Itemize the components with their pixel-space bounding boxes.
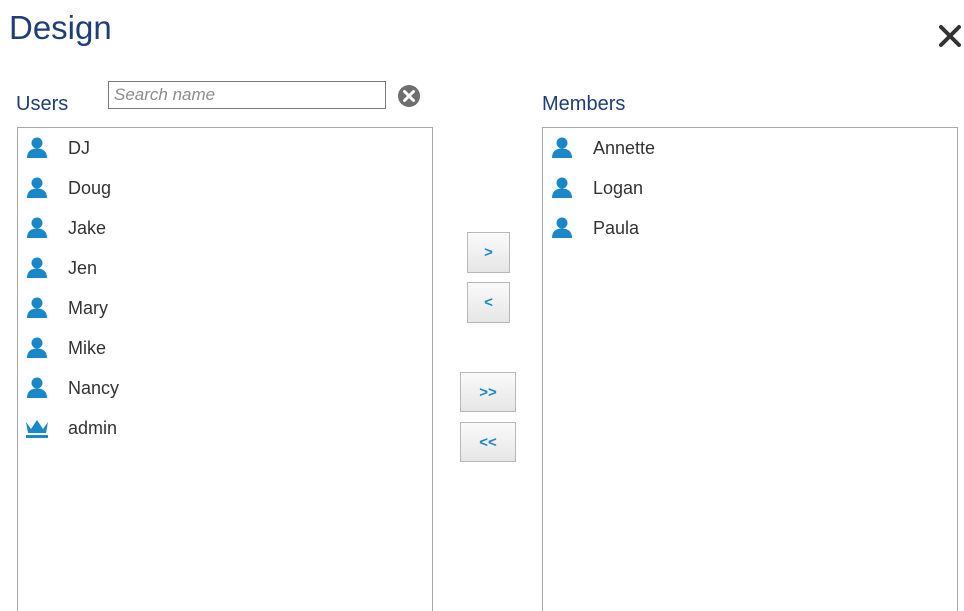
list-item[interactable]: DJ [18, 128, 432, 168]
list-item[interactable]: Logan [543, 168, 957, 208]
list-item[interactable]: Paula [543, 208, 957, 248]
list-item[interactable]: Mike [18, 328, 432, 368]
close-button[interactable] [936, 20, 964, 48]
user-icon [549, 177, 575, 199]
user-icon [549, 217, 575, 239]
list-item-label: Jen [68, 257, 98, 278]
list-item-label: Mike [68, 337, 107, 358]
list-item-label: Annette [593, 137, 656, 158]
list-item-label: Paula [593, 217, 640, 238]
add-all-button[interactable]: >> [460, 372, 516, 412]
design-dialog: Design Users Members DJ Doug Jake Jen Mary Mi… [0, 0, 964, 611]
clear-circle-icon [398, 85, 420, 107]
list-item[interactable]: Jake [18, 208, 432, 248]
user-icon [24, 337, 50, 359]
list-item[interactable]: Doug [18, 168, 432, 208]
list-item-label: Doug [68, 177, 112, 198]
user-icon [24, 137, 50, 159]
user-icon [24, 297, 50, 319]
crown-icon [24, 417, 50, 439]
user-icon [24, 257, 50, 279]
list-item[interactable]: admin [18, 408, 432, 448]
user-icon [24, 177, 50, 199]
list-item-label: Logan [593, 177, 644, 198]
members-listbox[interactable]: Annette Logan Paula [542, 127, 958, 611]
list-item[interactable]: Nancy [18, 368, 432, 408]
list-item-label: Nancy [68, 377, 120, 398]
list-item-label: DJ [68, 137, 90, 158]
list-item-label: admin [68, 417, 118, 438]
list-item[interactable]: Jen [18, 248, 432, 288]
search-input[interactable] [108, 81, 386, 109]
clear-search-button[interactable] [397, 84, 421, 108]
list-item[interactable]: Mary [18, 288, 432, 328]
add-selected-button[interactable]: > [467, 232, 510, 273]
users-label: Users [16, 93, 69, 115]
user-icon [24, 217, 50, 239]
remove-selected-button[interactable]: < [467, 282, 510, 323]
remove-all-button[interactable]: << [460, 422, 516, 462]
users-listbox[interactable]: DJ Doug Jake Jen Mary Mike Nancy admin [17, 127, 433, 611]
user-icon [549, 137, 575, 159]
members-label: Members [542, 93, 626, 115]
list-item-label: Jake [68, 217, 107, 238]
list-item[interactable]: Annette [543, 128, 957, 168]
user-icon [24, 377, 50, 399]
close-icon [939, 25, 961, 47]
dialog-title: Design [9, 9, 112, 46]
list-item-label: Mary [68, 297, 108, 318]
